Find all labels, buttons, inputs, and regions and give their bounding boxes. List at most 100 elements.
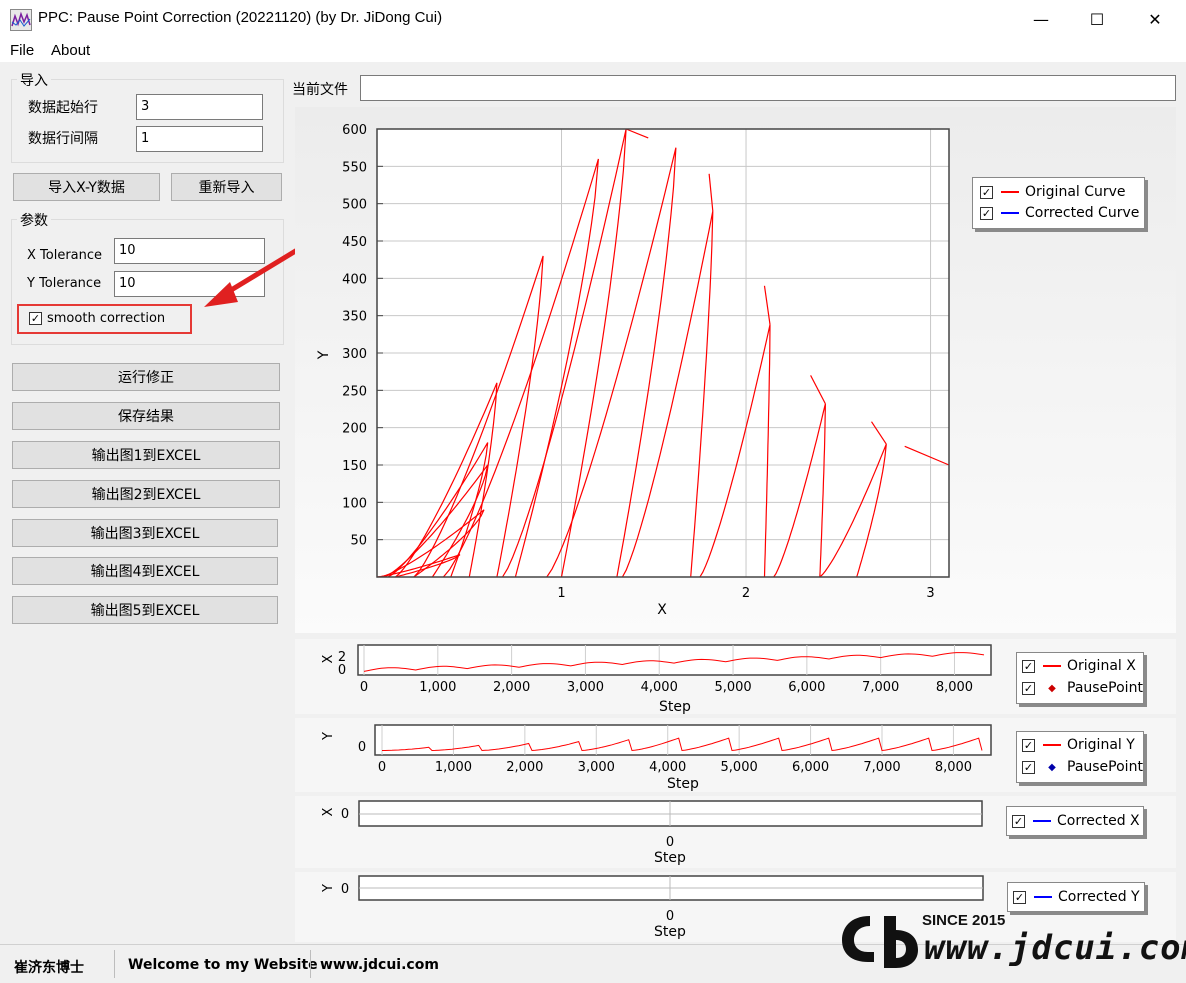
export-chart2-button[interactable]: 输出图2到EXCEL — [12, 480, 280, 508]
legend-swatch — [1043, 665, 1061, 667]
start-row-input[interactable]: 3 — [136, 94, 263, 120]
x-step-legend: ✓ Original X ✓ ◆ PausePoint — [1016, 652, 1144, 704]
menu-about[interactable]: About — [51, 42, 90, 59]
main-chart-ytick: 500 — [342, 198, 367, 213]
x-step-plot-area — [357, 644, 992, 676]
legend-label: Original Curve — [1025, 184, 1126, 200]
legend-label: PausePoint — [1067, 680, 1143, 696]
legend-item-corrected-curve[interactable]: ✓ Corrected Curve — [980, 205, 1139, 221]
window-title: PPC: Pause Point Correction (20221120) (… — [38, 9, 443, 26]
jdcui-watermark: SINCE 2015 www.jdcui.com — [840, 910, 1186, 980]
smooth-correction-checkbox[interactable]: ✓ — [29, 312, 42, 325]
legend-swatch — [1043, 744, 1061, 746]
legend-checkbox[interactable]: ✓ — [1012, 814, 1025, 828]
export-chart3-button[interactable]: 输出图3到EXCEL — [12, 519, 278, 547]
export-chart1-button[interactable]: 输出图1到EXCEL — [12, 441, 280, 469]
y-step-legend: ✓ Original Y ✓ ◆ PausePoint — [1016, 731, 1144, 783]
menu-file[interactable]: File — [10, 42, 34, 59]
status-website-link[interactable]: www.jdcui.com — [320, 957, 439, 973]
legend-swatch — [1034, 896, 1052, 898]
import-xy-button[interactable]: 导入X-Y数据 — [13, 173, 160, 201]
maximize-icon: ☐ — [1089, 9, 1105, 29]
main-chart-x-label: X — [657, 602, 667, 618]
step-xtick: 0 — [360, 680, 368, 695]
corrected-x-xtick: 0 — [666, 835, 674, 850]
status-author: 崔济东博士 — [14, 960, 84, 976]
main-chart-ytick: 550 — [342, 160, 367, 175]
corrected-x-ytick: 0 — [341, 807, 349, 822]
diamond-icon: ◆ — [1048, 761, 1056, 773]
legend-item-pausepoint[interactable]: ✓ ◆ PausePoint — [1022, 759, 1143, 775]
row-interval-label: 数据行间隔 — [28, 131, 98, 147]
legend-item-original-curve[interactable]: ✓ Original Curve — [980, 184, 1126, 200]
step-xtick: 5,000 — [721, 760, 758, 775]
legend-checkbox[interactable]: ✓ — [980, 206, 993, 220]
legend-checkbox[interactable]: ✓ — [1022, 681, 1035, 695]
status-separator — [310, 950, 311, 978]
main-chart-xtick: 3 — [926, 586, 934, 601]
legend-checkbox[interactable]: ✓ — [1022, 760, 1035, 774]
close-icon: ✕ — [1148, 9, 1162, 29]
save-results-button[interactable]: 保存结果 — [12, 402, 280, 430]
y-step-x-label: Step — [667, 776, 699, 792]
main-chart-ytick: 300 — [342, 347, 367, 362]
legend-item-original-x[interactable]: ✓ Original X — [1022, 658, 1136, 674]
legend-label: Original Y — [1067, 737, 1135, 753]
legend-item-original-y[interactable]: ✓ Original Y — [1022, 737, 1135, 753]
legend-label: PausePoint — [1067, 759, 1143, 775]
corrected-y-x-label: Step — [654, 924, 686, 940]
legend-swatch — [1001, 191, 1019, 193]
status-separator — [114, 950, 115, 978]
step-xtick: 7,000 — [863, 760, 900, 775]
legend-label: Corrected X — [1057, 813, 1140, 829]
corrected-x-legend: ✓ Corrected X — [1006, 806, 1144, 836]
step-xtick: 2,000 — [493, 680, 530, 695]
step-xtick: 2,000 — [506, 760, 543, 775]
main-chart-ytick: 100 — [342, 496, 367, 511]
step-xtick: 0 — [378, 760, 386, 775]
main-chart-ytick: 450 — [342, 235, 367, 250]
legend-checkbox[interactable]: ✓ — [1013, 890, 1026, 904]
legend-item-corrected-x[interactable]: ✓ Corrected X — [1012, 813, 1140, 829]
main-chart-ytick: 200 — [342, 422, 367, 437]
status-welcome: Welcome to my Website — [128, 957, 318, 973]
step-xtick: 1,000 — [419, 680, 456, 695]
smooth-correction-label: smooth correction — [47, 311, 166, 326]
legend-checkbox[interactable]: ✓ — [980, 185, 993, 199]
minimize-button[interactable]: — — [1012, 0, 1070, 38]
step-xtick: 6,000 — [788, 680, 825, 695]
legend-label: Original X — [1067, 658, 1136, 674]
step-xtick: 3,000 — [567, 680, 604, 695]
legend-item-pausepoint[interactable]: ✓ ◆ PausePoint — [1022, 680, 1143, 696]
y-step-ytick: 0 — [358, 740, 366, 755]
main-chart-x-ticks: 1 2 3 — [557, 586, 934, 601]
legend-item-corrected-y[interactable]: ✓ Corrected Y — [1013, 889, 1140, 905]
y-step-y-label: Y — [321, 732, 336, 741]
main-chart-ytick: 400 — [342, 272, 367, 287]
app-icon — [10, 9, 32, 31]
x-step-x-label: Step — [659, 699, 691, 714]
legend-checkbox[interactable]: ✓ — [1022, 659, 1035, 673]
checkmark-icon: ✓ — [30, 312, 41, 325]
current-file-label: 当前文件 — [292, 82, 348, 98]
current-file-field[interactable] — [360, 75, 1176, 101]
y-tolerance-label: Y Tolerance — [27, 276, 102, 291]
start-row-label: 数据起始行 — [28, 100, 98, 116]
row-interval-input[interactable]: 1 — [136, 126, 263, 152]
step-xtick: 4,000 — [641, 680, 678, 695]
minimize-icon: — — [1033, 9, 1049, 29]
maximize-button[interactable]: ☐ — [1068, 0, 1126, 38]
main-chart-ytick: 150 — [342, 459, 367, 474]
corrected-y-ytick: 0 — [341, 882, 349, 897]
legend-checkbox[interactable]: ✓ — [1022, 738, 1035, 752]
export-chart5-button[interactable]: 输出图5到EXCEL — [12, 596, 278, 624]
import-group-title: 导入 — [17, 70, 51, 90]
close-button[interactable]: ✕ — [1126, 0, 1184, 38]
main-chart-ytick: 50 — [350, 534, 367, 549]
export-chart4-button[interactable]: 输出图4到EXCEL — [12, 557, 278, 585]
run-correction-button[interactable]: 运行修正 — [12, 363, 280, 391]
main-chart-xtick: 1 — [557, 586, 565, 601]
jd-logo-icon — [842, 916, 918, 968]
main-chart-xtick: 2 — [742, 586, 750, 601]
params-group-title: 参数 — [17, 210, 51, 230]
